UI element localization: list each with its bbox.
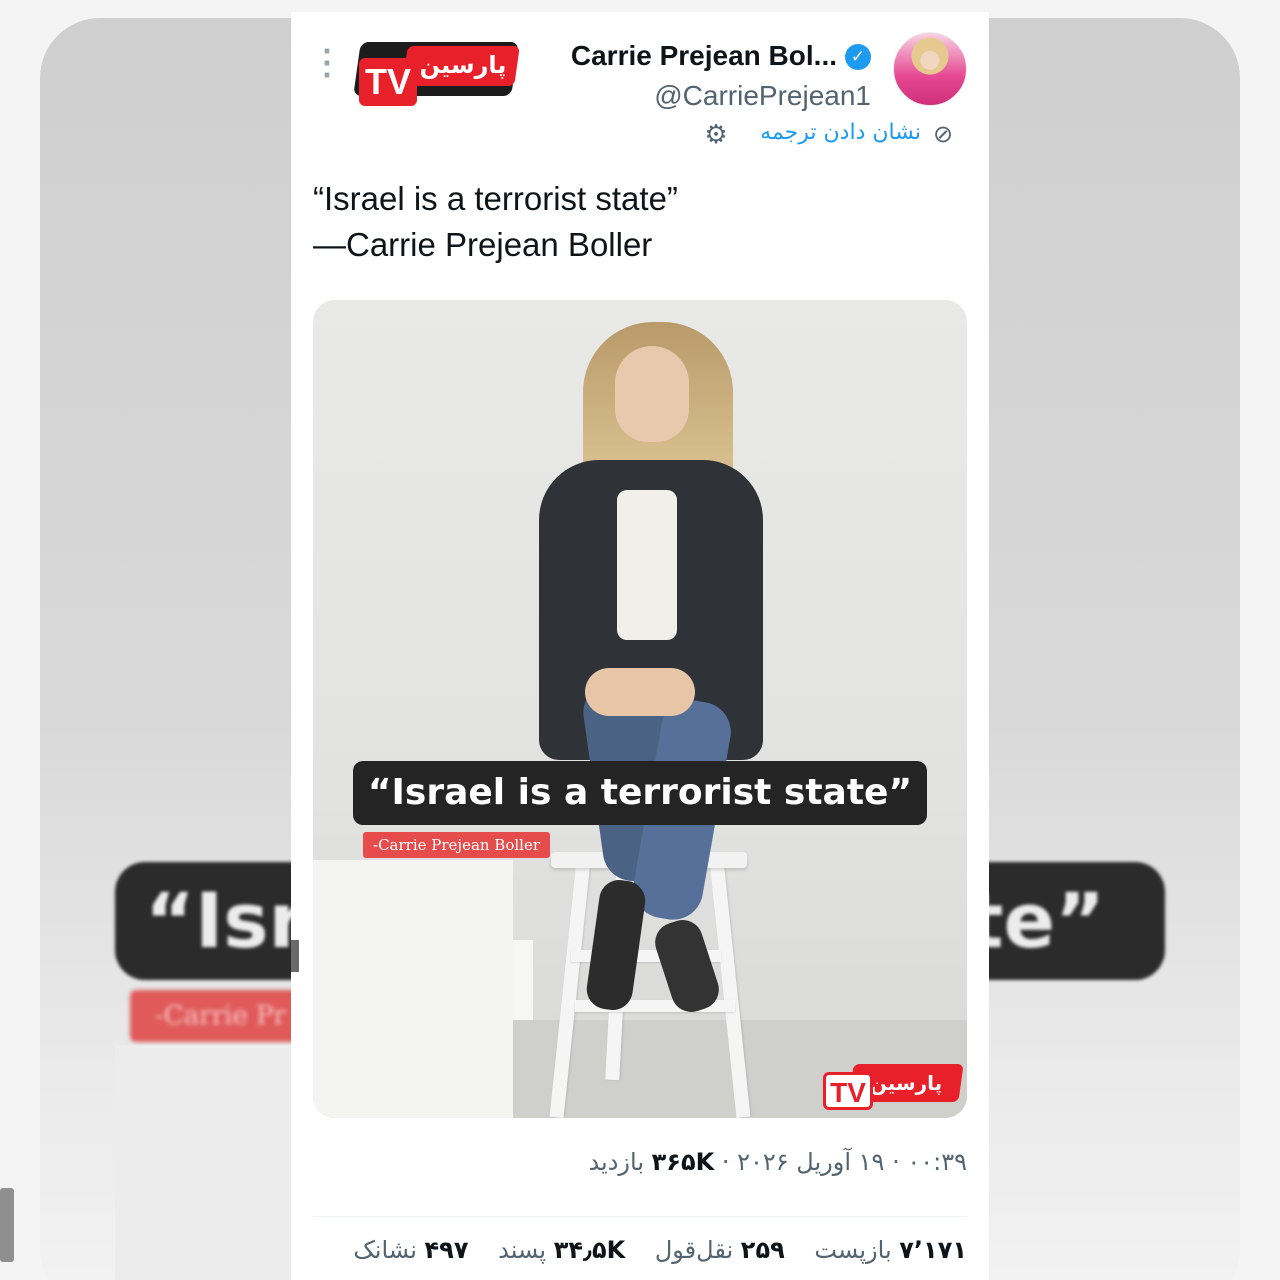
tweet-line-1: “Israel is a terrorist state” <box>313 180 678 217</box>
logo-tv: TV <box>359 58 417 106</box>
translate-icon: ⊘ <box>932 120 954 148</box>
show-translation-label[interactable]: نشان دادن ترجمه <box>760 120 921 145</box>
author-name[interactable]: Carrie Prejean Bol... <box>571 40 837 72</box>
backdrop-floor <box>115 1045 295 1280</box>
tweet-date[interactable]: ۱۹ آوریل ۲۰۲۶ <box>737 1148 884 1176</box>
verified-badge-icon: ✓ <box>845 44 871 70</box>
person-hands <box>585 668 695 716</box>
tweet-text: “Israel is a terrorist state” —Carrie Pr… <box>313 176 963 268</box>
reposts-count[interactable]: ۷٬۱۷۱ <box>899 1236 967 1264</box>
author-handle[interactable]: @CarriePrejean1 <box>654 80 871 112</box>
likes-label[interactable]: پسند <box>498 1236 546 1264</box>
quotes-count[interactable]: ۲۵۹ <box>741 1236 785 1264</box>
logo-text-fa: پارسین <box>419 51 507 79</box>
parsine-tv-logo: پارسین TV <box>353 38 520 108</box>
media-quote-banner: “Israel is a terrorist state” <box>353 761 927 825</box>
likes-count[interactable]: ۳۴٫۵K <box>554 1236 626 1264</box>
backdrop-quote-left: “Isr <box>145 876 306 965</box>
tweet-card: Carrie Prejean Bol... ✓ @CarriePrejean1 … <box>291 12 989 1280</box>
media-attribution: -Carrie Prejean Boller <box>363 832 551 858</box>
views-label: بازدید <box>588 1148 644 1176</box>
tweet-stats: ۷٬۱۷۱ بازپست ۲۵۹ نقل‌قول ۳۴٫۵K پسند ۴۹۷ … <box>331 1236 967 1264</box>
quotes-stat[interactable]: ۲۵۹ نقل‌قول <box>655 1236 785 1264</box>
likes-stat[interactable]: ۳۴٫۵K پسند <box>498 1236 625 1264</box>
divider <box>313 1216 967 1217</box>
meta-separator: · <box>721 1148 730 1176</box>
media-wall-shadow <box>313 860 513 1118</box>
gear-icon[interactable]: ⚙ <box>701 120 731 150</box>
author-name-text[interactable]: Carrie Prejean Bol... <box>571 40 837 71</box>
views-count: ۳۶۵K <box>651 1148 715 1176</box>
reposts-stat[interactable]: ۷٬۱۷۱ بازپست <box>814 1236 967 1264</box>
author-avatar[interactable] <box>893 32 967 106</box>
quotes-label[interactable]: نقل‌قول <box>655 1236 733 1264</box>
parsine-tv-watermark: پارسین TV <box>823 1062 964 1110</box>
reposts-label[interactable]: بازپست <box>814 1236 891 1264</box>
bookmarks-count[interactable]: ۴۹۷ <box>425 1236 469 1264</box>
edge-marker <box>291 940 299 972</box>
show-translation-link[interactable]: نشان دادن ترجمه <box>760 120 921 145</box>
tweet-time[interactable]: ۰۰:۳۹ <box>907 1148 967 1176</box>
person-face <box>615 346 689 442</box>
watermark-tv: TV <box>823 1072 873 1110</box>
person-shoe <box>584 877 648 1013</box>
more-vertical-icon[interactable]: · · · <box>319 39 335 90</box>
tweet-meta: ۰۰:۳۹ · ۱۹ آوریل ۲۰۲۶ · ۳۶۵K بازدید <box>588 1148 967 1176</box>
backdrop-attr-text: -Carrie Pr <box>155 1001 286 1031</box>
person-shirt <box>617 490 677 640</box>
scroll-indicator <box>0 1188 14 1262</box>
tweet-line-2: —Carrie Prejean Boller <box>313 226 653 263</box>
bookmarks-label[interactable]: نشانک <box>353 1236 417 1264</box>
bookmarks-stat[interactable]: ۴۹۷ نشانک <box>353 1236 468 1264</box>
tweet-media-image[interactable]: “Israel is a terrorist state” -Carrie Pr… <box>313 300 967 1118</box>
meta-separator: · <box>892 1148 900 1176</box>
